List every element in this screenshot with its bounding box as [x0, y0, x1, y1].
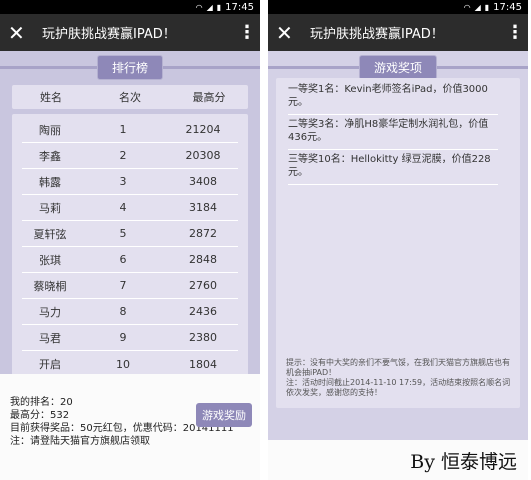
title-bar: ✕ 玩护肤挑战赛赢IPAD！ ⋮	[268, 14, 528, 51]
player-score: 3408	[189, 175, 217, 188]
player-name: 夏轩弦	[33, 227, 67, 241]
player-rank: 5	[119, 227, 127, 240]
table-row: 马莉 4 3184	[22, 195, 238, 221]
player-score: 1804	[189, 357, 217, 371]
player-name: 陶丽	[39, 123, 61, 137]
column-header-name: 姓名	[40, 91, 62, 104]
player-score: 2760	[189, 279, 217, 292]
close-icon[interactable]: ✕	[8, 23, 34, 43]
table-row: 陶丽 1 21204	[22, 117, 238, 143]
column-header-rank: 名次	[119, 91, 141, 104]
leaderboard-header: 排行榜	[0, 55, 260, 80]
signal-icon: ◢	[206, 2, 213, 12]
prize-list: 一等奖1名：Kevin老师签名iPad，价值3000元。 二等奖3名：净肌H8豪…	[276, 78, 520, 408]
my-stats-footer: 我的排名：20 最高分：532 目前获得奖品：50元红包，优惠代码：201411…	[0, 374, 260, 480]
table-row: 蔡晓桐 7 2760	[22, 273, 238, 299]
player-rank: 4	[119, 201, 127, 214]
notice-text: 提示：没有中大奖的亲们不要气馁，在我们天猫官方旗舰店也有机会抽iPAD！ 注：活…	[286, 358, 514, 398]
player-score: 3184	[189, 201, 217, 214]
table-row: 李鑫 2 20308	[22, 143, 238, 169]
table-row: 马力 8 2436	[22, 299, 238, 325]
player-score: 21204	[185, 123, 221, 136]
player-name: 韩露	[39, 175, 61, 189]
player-rank: 10	[116, 357, 130, 371]
signal-icon: ◢	[474, 2, 481, 12]
close-icon[interactable]: ✕	[276, 23, 302, 43]
game-prizes-button[interactable]: 游戏奖励	[196, 403, 252, 427]
prize-item-second: 二等奖3名：净肌H8豪华定制水润礼包，价值436元。	[288, 115, 498, 150]
leaderboard-table: 陶丽 1 21204 李鑫 2 20308 韩露 3 3408 马莉 4 3184 夏轩弦 5 2872 张琪…	[12, 114, 248, 380]
status-time: 17:45	[493, 1, 522, 13]
table-row: 韩露 3 3408	[22, 169, 238, 195]
player-score: 2848	[189, 253, 217, 266]
status-time: 17:45	[225, 1, 254, 13]
more-options-icon[interactable]: ⋮	[238, 22, 256, 43]
notice-tip: 提示：没有中大奖的亲们不要气馁，在我们天猫官方旗舰店也有机会抽iPAD！	[286, 358, 510, 377]
player-rank: 6	[119, 253, 127, 266]
player-rank: 7	[119, 279, 127, 292]
player-name: 马力	[39, 305, 61, 319]
battery-icon: ▮	[484, 2, 490, 12]
player-score: 2436	[189, 305, 217, 318]
prizes-header: 游戏奖项	[268, 55, 528, 80]
more-options-icon[interactable]: ⋮	[506, 22, 524, 43]
battery-icon: ▮	[216, 2, 222, 12]
player-rank: 2	[119, 149, 127, 162]
table-header: 姓名 名次 最高分	[12, 85, 248, 109]
app-title: 玩护肤挑战赛赢IPAD！	[310, 27, 444, 42]
redeem-note: 注：请登陆天猫官方旗舰店领取	[10, 436, 150, 447]
credit-signature: By 恒泰博远	[410, 451, 517, 473]
leaderboard-title: 排行榜	[96, 55, 164, 80]
player-score: 20308	[185, 149, 221, 162]
prizes-title: 游戏奖项	[358, 55, 438, 80]
player-name: 开启	[39, 358, 61, 371]
wifi-icon: ◠	[463, 2, 471, 12]
player-score: 2380	[189, 331, 217, 344]
table-row: 张琪 6 2848	[22, 247, 238, 273]
wifi-icon: ◠	[195, 2, 203, 12]
player-rank: 3	[119, 175, 127, 188]
player-name: 张琪	[39, 253, 61, 267]
player-name: 蔡晓桐	[33, 279, 67, 293]
table-row: 马君 9 2380	[22, 325, 238, 351]
player-score: 2872	[189, 227, 217, 240]
player-rank: 9	[119, 331, 127, 344]
player-name: 李鑫	[39, 149, 61, 163]
app-title: 玩护肤挑战赛赢IPAD！	[42, 27, 176, 42]
status-bar: ◠ ◢ ▮ 17:45	[0, 0, 260, 14]
prizes-screen: ◠ ◢ ▮ 17:45 ✕ 玩护肤挑战赛赢IPAD！ ⋮ 游戏奖项 一等奖1名：…	[268, 0, 528, 480]
leaderboard-screen: ◠ ◢ ▮ 17:45 ✕ 玩护肤挑战赛赢IPAD！ ⋮ 排行榜 姓名 名次 最…	[0, 0, 260, 480]
player-name: 马君	[39, 331, 61, 345]
notice-deadline: 注：活动时间截止2014-11-10 17:59，活动结束按照名顺名词依次发奖，…	[286, 378, 511, 397]
player-rank: 8	[119, 305, 127, 318]
table-row: 夏轩弦 5 2872	[22, 221, 238, 247]
status-bar: ◠ ◢ ▮ 17:45	[268, 0, 528, 14]
column-header-score: 最高分	[192, 91, 226, 104]
player-name: 马莉	[39, 201, 61, 215]
prize-item-first: 一等奖1名：Kevin老师签名iPad，价值3000元。	[288, 80, 498, 115]
player-rank: 1	[119, 123, 127, 136]
title-bar: ✕ 玩护肤挑战赛赢IPAD！ ⋮	[0, 14, 260, 51]
prize-item-third: 三等奖10名：Hellokitty 绿豆泥膜，价值228元。	[288, 150, 498, 185]
